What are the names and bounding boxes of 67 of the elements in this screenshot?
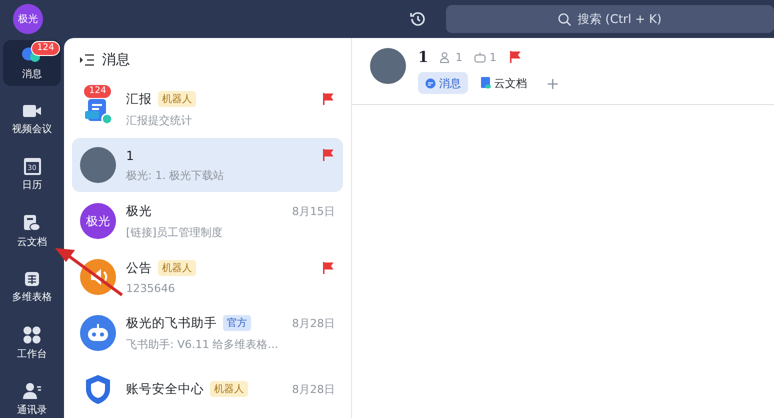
flag-icon [321, 92, 335, 106]
profile-avatar[interactable]: 极光 [13, 4, 43, 34]
sidebar-label: 视频会议 [12, 122, 52, 136]
chat-list-item[interactable]: 1 极光: 1. 极光下载站 [72, 138, 343, 192]
table-icon [24, 270, 40, 286]
search-field[interactable]: 搜索 (Ctrl + K) [446, 5, 774, 33]
sidebar-label: 多维表格 [12, 290, 52, 304]
chat-tab[interactable]: 云文档 [474, 72, 534, 94]
sidebar-item[interactable]: 工作台 [3, 320, 61, 366]
chat-bubble-icon [425, 78, 436, 88]
chat-list-item[interactable]: 公告 机器人 1235646 [72, 250, 343, 304]
photo-placeholder [80, 147, 116, 183]
chat-list-item[interactable]: 极光的飞书助手 官方 8月28日 飞书助手: V6.11 给多维表格... [72, 306, 343, 360]
chat-preview: 极光: 1. 极光下载站 [126, 168, 226, 182]
chat-preview: 飞书助手: V6.11 给多维表格... [126, 336, 280, 352]
unread-badge: 124 [31, 41, 60, 56]
chat-tag: 机器人 [210, 381, 248, 397]
flag-icon [321, 261, 335, 275]
chat-name: 汇报 [126, 90, 152, 108]
sidebar-label: 消息 [22, 68, 42, 80]
chat-name: 极光的飞书助手 [126, 314, 217, 332]
chat-preview: 汇报提交统计 [126, 112, 193, 128]
chat-tag: 机器人 [158, 91, 196, 107]
speaker-icon [80, 259, 116, 295]
sidebar-item[interactable]: 视频会议 [3, 96, 61, 142]
chat-date: 8月28日 [292, 316, 335, 330]
video-camera-icon [22, 102, 42, 118]
annotation-arrow [52, 247, 124, 297]
chat-date: 8月15日 [292, 204, 335, 218]
chat-name: 账号安全中心 [126, 380, 204, 398]
robot-icon [80, 315, 116, 351]
chat-name: 公告 [126, 260, 152, 276]
chat-name: 极光 [126, 202, 152, 220]
sidebar-item[interactable]: 多维表格 [3, 264, 61, 310]
chat-tab[interactable]: 消息 [418, 72, 468, 94]
flag-icon [321, 148, 335, 162]
sidebar-label: 日历 [22, 179, 42, 192]
search-icon [558, 12, 572, 26]
photo-placeholder [370, 48, 406, 84]
sidebar-item[interactable]: 云文档 [3, 208, 61, 254]
sidebar-item[interactable]: 124 消息 [3, 40, 61, 86]
sidebar-label: 通讯录 [17, 404, 47, 416]
robot-icon [474, 52, 486, 62]
document-cloud-icon [23, 214, 41, 232]
chat-list-item[interactable]: 124 汇报 机器人 汇报提交统计 [72, 82, 343, 136]
chat-preview: [链接]员工管理制度 [126, 224, 224, 240]
unread-badge: 124 [83, 84, 112, 99]
chat-title: 1 [418, 48, 428, 66]
sidebar-label: 云文档 [17, 236, 47, 248]
chat-tag: 官方 [223, 315, 251, 331]
sidebar-label: 工作台 [17, 348, 47, 360]
history-icon[interactable] [408, 9, 428, 29]
apps-grid-icon [23, 326, 41, 344]
list-title: 消息 [102, 51, 130, 69]
search-placeholder: 搜索 (Ctrl + K) [577, 10, 662, 28]
chat-tag: 机器人 [158, 260, 196, 276]
flag-icon [508, 50, 522, 64]
user-avatar: 极光 [80, 203, 116, 239]
document-icon [481, 77, 491, 89]
chat-preview: 1235646 [126, 282, 176, 294]
menu-collapse-icon[interactable] [80, 54, 94, 66]
chat-list-item[interactable]: 极光 极光 8月15日 [链接]员工管理制度 [72, 194, 343, 248]
chat-list-item[interactable]: 账号安全中心 机器人 8月28日 [72, 362, 343, 416]
chat-name: 1 [126, 148, 134, 162]
chat-date: 8月28日 [292, 382, 335, 396]
contacts-icon [22, 382, 42, 400]
sidebar-item[interactable]: 通讯录 [3, 376, 61, 418]
